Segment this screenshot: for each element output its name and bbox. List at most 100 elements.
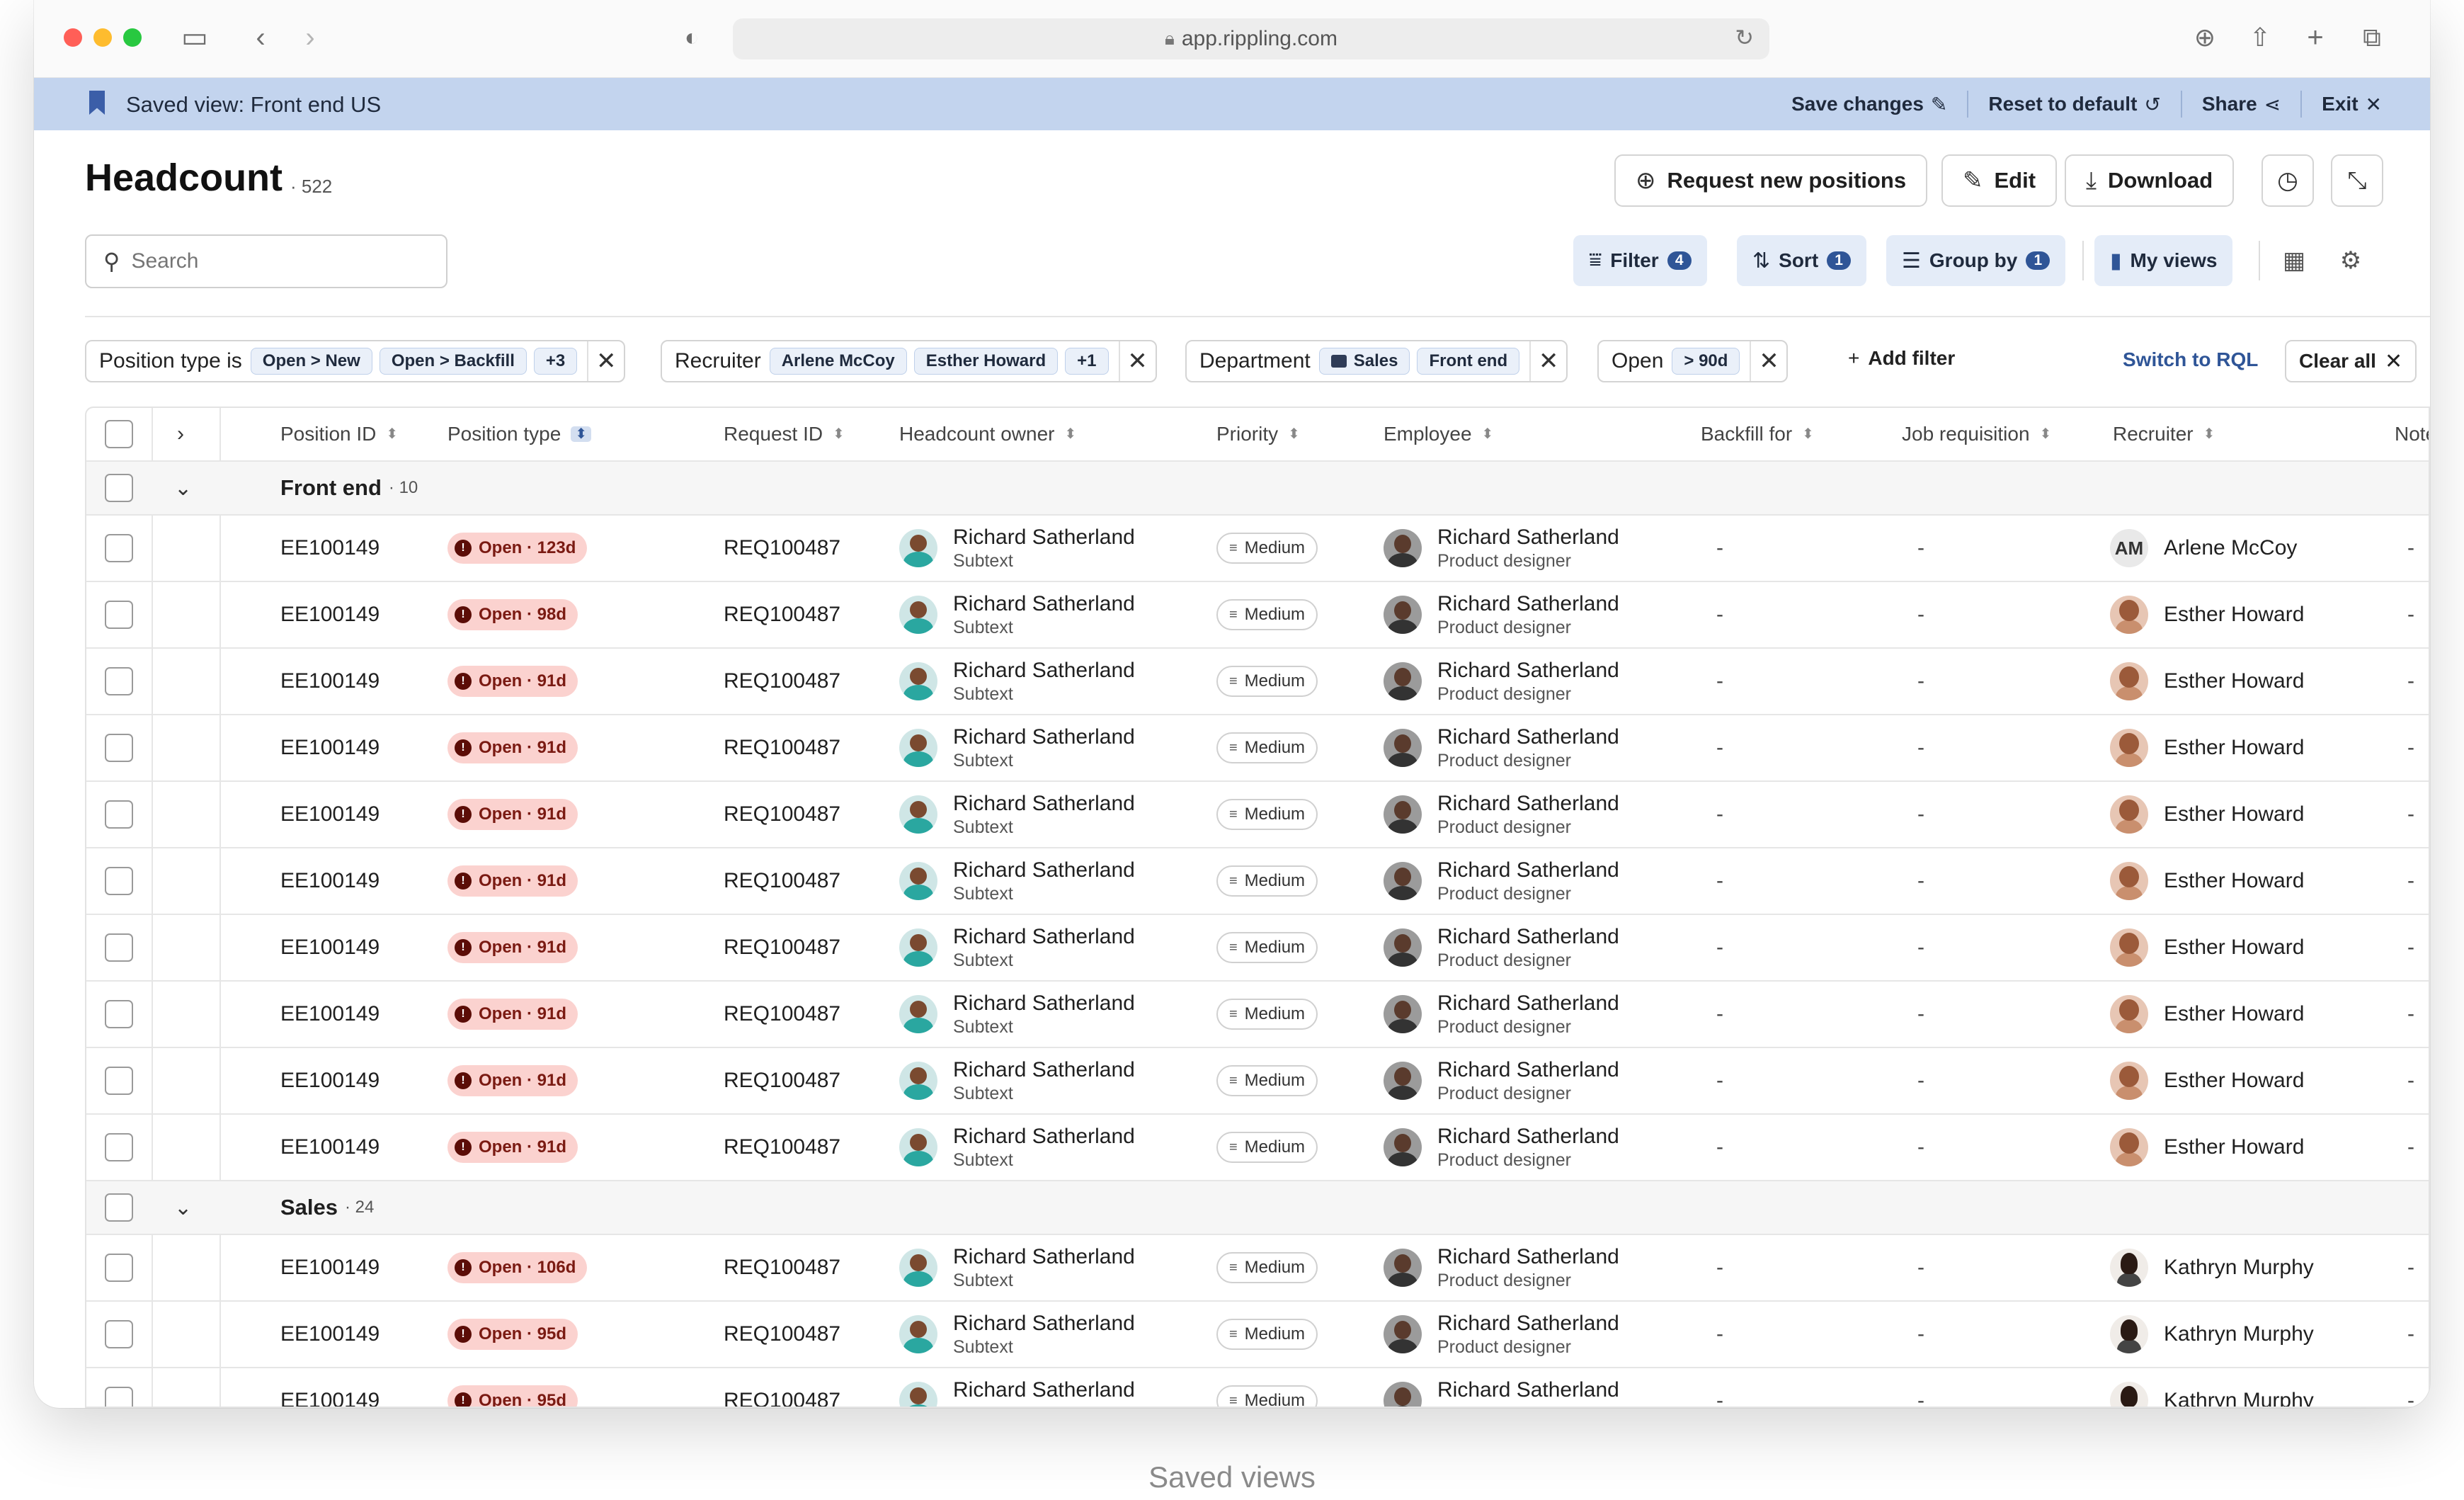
tabs-overview-icon[interactable]: ⧉ <box>2354 21 2390 54</box>
download-button[interactable]: ⤓ Download <box>2065 154 2235 207</box>
shield-icon[interactable]: ◐ <box>675 21 708 54</box>
headcount-owner[interactable]: Richard SatherlandSubtext <box>899 1302 1135 1367</box>
employee[interactable]: Richard SatherlandProduct designer <box>1384 516 1619 581</box>
column-header-backfill-for[interactable]: Backfill for ⬍ <box>1701 408 1814 460</box>
employee[interactable]: Richard SatherlandProduct designer <box>1384 1235 1619 1300</box>
column-header-priority[interactable]: Priority ⬍ <box>1216 408 1300 460</box>
group-row[interactable]: ⌄ Sales · 24 <box>86 1181 2429 1235</box>
back-icon[interactable]: ‹ <box>246 21 275 54</box>
employee[interactable]: Richard SatherlandProduct designer <box>1384 848 1619 914</box>
headcount-owner[interactable]: Richard SatherlandSubtext <box>899 782 1135 847</box>
row-checkbox[interactable] <box>105 848 133 914</box>
group-row[interactable]: ⌄ Front end · 10 <box>86 462 2429 516</box>
filter-chip-position-type[interactable]: Position type is Open > New Open > Backf… <box>85 340 626 382</box>
employee[interactable]: Richard SatherlandProduct designer <box>1384 1115 1619 1180</box>
remove-filter-icon[interactable]: ✕ <box>1529 341 1566 381</box>
table-row[interactable]: EE100149 ! Open · 91d REQ100487 Richard Sath… <box>86 715 2429 782</box>
row-checkbox[interactable] <box>105 1115 133 1180</box>
table-row[interactable]: EE100149 ! Open · 98d REQ100487 Richard Sath… <box>86 582 2429 649</box>
select-all-checkbox[interactable] <box>105 408 133 460</box>
recruiter[interactable]: Esther Howard <box>2110 915 2304 980</box>
employee[interactable]: Richard SatherlandProduct designer <box>1384 1302 1619 1367</box>
table-row[interactable]: EE100149 ! Open · 91d REQ100487 Richard Sath… <box>86 782 2429 848</box>
table-row[interactable]: EE100149 ! Open · 91d REQ100487 Richard Sath… <box>86 915 2429 982</box>
headcount-owner[interactable]: Richard SatherlandSubtext <box>899 1115 1135 1180</box>
history-button[interactable]: ◷ <box>2261 154 2314 207</box>
row-checkbox[interactable] <box>105 582 133 647</box>
save-changes-button[interactable]: Save changes ✎ <box>1772 90 1967 118</box>
column-header-position-type[interactable]: Position type ⬍ <box>447 408 592 460</box>
recruiter[interactable]: Kathryn Murphy <box>2110 1368 2314 1407</box>
minimize-window-button[interactable] <box>93 28 112 47</box>
sort-button[interactable]: ⇅ Sort 1 <box>1737 235 1867 286</box>
collapse-button[interactable]: ⤡ <box>2331 154 2383 207</box>
filter-chip-department[interactable]: Department Sales Front end ✕ <box>1185 340 1568 382</box>
remove-filter-icon[interactable]: ✕ <box>1118 341 1156 381</box>
recruiter[interactable]: Esther Howard <box>2110 848 2304 914</box>
recruiter[interactable]: Esther Howard <box>2110 582 2304 647</box>
my-views-button[interactable]: ▮ My views <box>2094 235 2233 286</box>
search-input[interactable] <box>131 249 415 273</box>
table-row[interactable]: EE100149 ! Open · 91d REQ100487 Richard Sath… <box>86 1115 2429 1181</box>
forward-icon[interactable]: › <box>296 21 324 54</box>
table-row[interactable]: EE100149 ! Open · 106d REQ100487 Richard Sat… <box>86 1235 2429 1302</box>
edit-button[interactable]: ✎ Edit <box>1941 154 2058 207</box>
row-checkbox[interactable] <box>105 1235 133 1300</box>
headcount-owner[interactable]: Richard SatherlandSubtext <box>899 915 1135 980</box>
close-window-button[interactable] <box>64 28 82 47</box>
table-row[interactable]: EE100149 ! Open · 95d REQ100487 Richard Sath… <box>86 1368 2429 1407</box>
exit-button[interactable]: Exit ✕ <box>2302 90 2402 118</box>
headcount-owner[interactable]: Richard SatherlandSubtext <box>899 516 1135 581</box>
row-checkbox[interactable] <box>105 1048 133 1113</box>
group-checkbox[interactable] <box>105 1181 133 1234</box>
share-icon[interactable]: ⇧ <box>2242 21 2278 54</box>
add-filter-button[interactable]: + Add filter <box>1848 347 1955 370</box>
download-icon[interactable]: ⊕ <box>2186 21 2223 54</box>
recruiter[interactable]: Esther Howard <box>2110 1115 2304 1180</box>
table-row[interactable]: EE100149 ! Open · 95d REQ100487 Richard Sath… <box>86 1302 2429 1368</box>
headcount-owner[interactable]: Richard SatherlandSubtext <box>899 649 1135 714</box>
recruiter[interactable]: Esther Howard <box>2110 782 2304 847</box>
headcount-owner[interactable]: Richard SatherlandSubtext <box>899 582 1135 647</box>
column-header-headcount-owner[interactable]: Headcount owner ⬍ <box>899 408 1076 460</box>
headcount-owner[interactable]: Richard SatherlandSubtext <box>899 1368 1135 1407</box>
row-checkbox[interactable] <box>105 782 133 847</box>
headcount-owner[interactable]: Richard SatherlandSubtext <box>899 715 1135 780</box>
clear-all-button[interactable]: Clear all ✕ <box>2285 340 2417 382</box>
new-tab-icon[interactable]: + <box>2297 21 2334 54</box>
table-row[interactable]: EE100149 ! Open · 91d REQ100487 Richard Sath… <box>86 1048 2429 1115</box>
employee[interactable]: Richard SatherlandProduct designer <box>1384 782 1619 847</box>
address-bar[interactable]: 🔒︎ app.rippling.com ↻ <box>733 18 1769 59</box>
employee[interactable]: Richard SatherlandProduct designer <box>1384 582 1619 647</box>
table-row[interactable]: EE100149 ! Open · 123d REQ100487 Richard Sat… <box>86 516 2429 582</box>
column-header-note[interactable]: Note <box>2395 408 2429 460</box>
table-layout-icon[interactable]: ▦ <box>2276 242 2312 279</box>
group-by-button[interactable]: ☰ Group by 1 <box>1886 235 2066 286</box>
employee[interactable]: Richard SatherlandProduct designer <box>1384 649 1619 714</box>
filter-chip-recruiter[interactable]: Recruiter Arlene McCoy Esther Howard +1 … <box>661 340 1157 382</box>
employee[interactable]: Richard SatherlandProduct designer <box>1384 715 1619 780</box>
employee[interactable]: Richard SatherlandProduct designer <box>1384 1368 1619 1407</box>
row-checkbox[interactable] <box>105 715 133 780</box>
chevron-down-icon[interactable]: ⌄ <box>174 1181 192 1234</box>
refresh-icon[interactable]: ↻ <box>1735 24 1754 51</box>
row-checkbox[interactable] <box>105 1368 133 1407</box>
column-header-recruiter[interactable]: Recruiter ⬍ <box>2113 408 2215 460</box>
recruiter[interactable]: Kathryn Murphy <box>2110 1302 2314 1367</box>
remove-filter-icon[interactable]: ✕ <box>587 341 624 381</box>
headcount-owner[interactable]: Richard SatherlandSubtext <box>899 982 1135 1047</box>
zoom-window-button[interactable] <box>123 28 142 47</box>
column-header-job-requisition[interactable]: Job requisition ⬍ <box>1902 408 2051 460</box>
recruiter[interactable]: Esther Howard <box>2110 649 2304 714</box>
filter-chip-open[interactable]: Open > 90d ✕ <box>1597 340 1789 382</box>
settings-sliders-icon[interactable]: ⚙ <box>2332 242 2369 279</box>
row-checkbox[interactable] <box>105 1302 133 1367</box>
row-checkbox[interactable] <box>105 649 133 714</box>
chevron-down-icon[interactable]: ⌄ <box>174 462 192 514</box>
table-row[interactable]: EE100149 ! Open · 91d REQ100487 Richard Sath… <box>86 982 2429 1048</box>
row-checkbox[interactable] <box>105 915 133 980</box>
headcount-owner[interactable]: Richard SatherlandSubtext <box>899 1235 1135 1300</box>
search-field[interactable]: ⚲ <box>85 234 447 288</box>
table-row[interactable]: EE100149 ! Open · 91d REQ100487 Richard Sath… <box>86 848 2429 915</box>
row-checkbox[interactable] <box>105 982 133 1047</box>
